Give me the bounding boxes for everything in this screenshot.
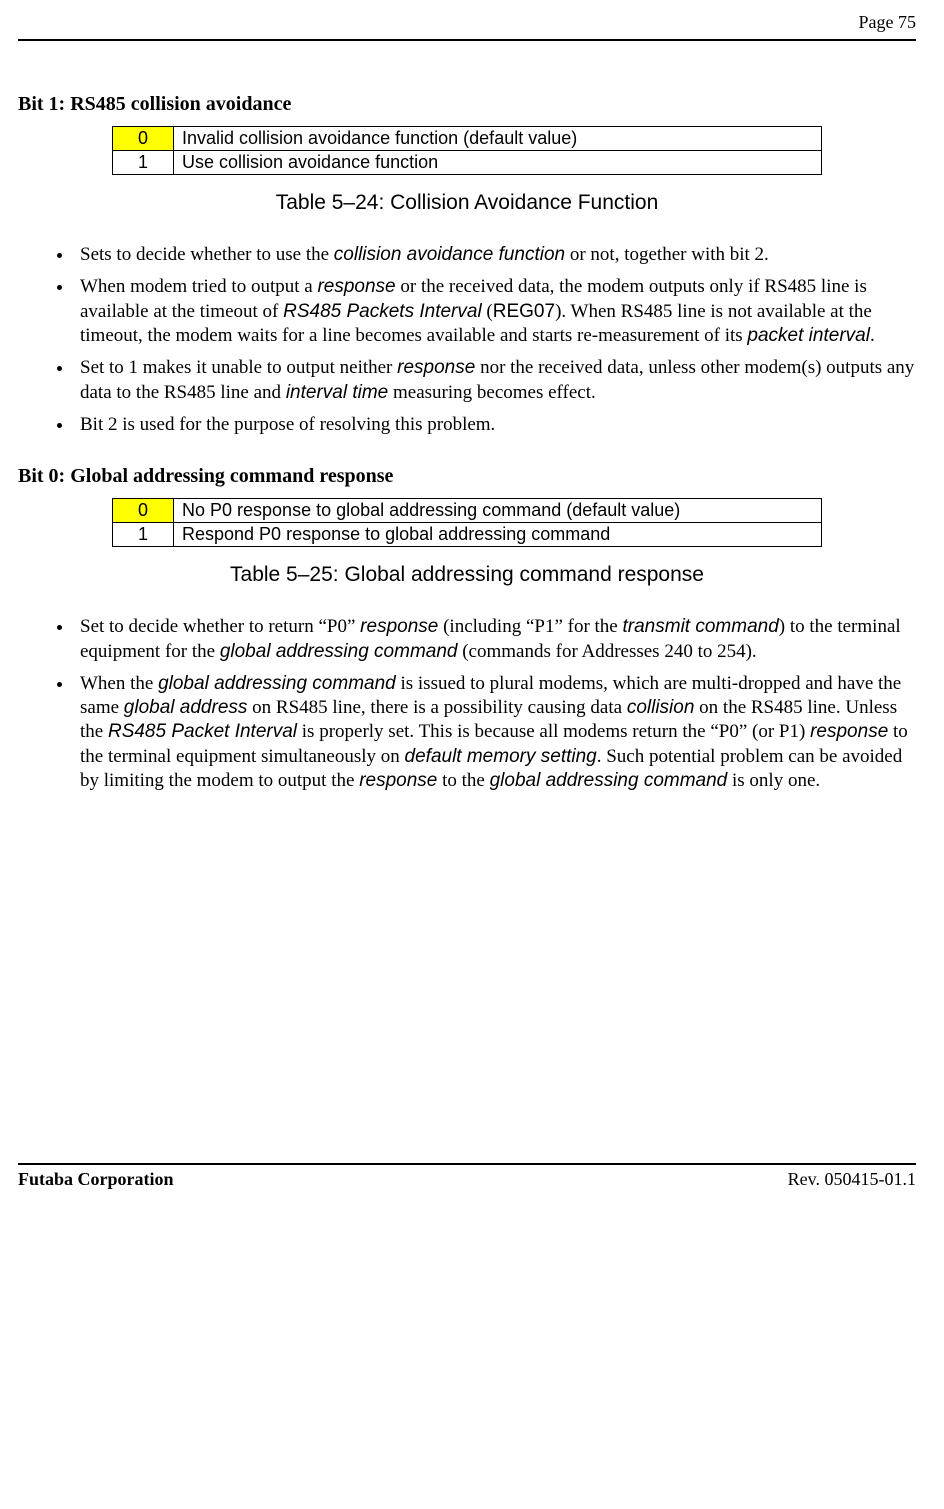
bit0-row1-desc: Respond P0 response to global addressing… (174, 523, 822, 547)
footer-right: Rev. 050415-01.1 (788, 1169, 916, 1190)
text: is properly set. This is because all mod… (297, 721, 810, 742)
text-ital: global addressing command (158, 673, 396, 694)
list-item: When modem tried to output a response or… (74, 275, 916, 348)
bit0-bullets: Set to decide whether to return “P0” res… (18, 615, 916, 793)
bit1-row0-val: 0 (113, 127, 174, 151)
text: . (870, 325, 875, 346)
bit0-caption: Table 5–25: Global addressing command re… (18, 563, 916, 587)
text-ital: collision avoidance function (334, 244, 565, 265)
list-item: Bit 2 is used for the purpose of resolvi… (74, 413, 916, 437)
bit1-row0-desc: Invalid collision avoidance function (de… (174, 127, 822, 151)
bit1-table: 0 Invalid collision avoidance function (… (112, 126, 822, 175)
list-item: Sets to decide whether to use the collis… (74, 243, 916, 267)
list-item: Set to decide whether to return “P0” res… (74, 615, 916, 664)
text-ital: global address (124, 697, 248, 718)
bit0-row0-val: 0 (113, 499, 174, 523)
text: When modem tried to output a (80, 276, 317, 297)
text-ital: response (397, 357, 475, 378)
bit0-table: 0 No P0 response to global addressing co… (112, 498, 822, 547)
bit1-caption: Table 5–24: Collision Avoidance Function (18, 191, 916, 215)
text-ital: response (359, 770, 437, 791)
bit0-heading: Bit 0: Global addressing command respons… (18, 465, 916, 488)
footer-left: Futaba Corporation (18, 1169, 174, 1190)
table-row: 1 Use collision avoidance function (113, 151, 822, 175)
bit1-row1-val: 1 (113, 151, 174, 175)
text-ital: global addressing command (220, 641, 458, 662)
page-number: Page 75 (18, 12, 916, 33)
bit1-bullets: Sets to decide whether to use the collis… (18, 243, 916, 437)
text: Bit 2 is used for the purpose of resolvi… (80, 414, 495, 435)
text-ital: RS485 Packet Interval (108, 721, 297, 742)
bit0-row1-val: 1 (113, 523, 174, 547)
text-ital: default memory setting (405, 746, 597, 767)
table-row: 0 Invalid collision avoidance function (… (113, 127, 822, 151)
text: Set to 1 makes it unable to output neith… (80, 357, 397, 378)
table-row: 0 No P0 response to global addressing co… (113, 499, 822, 523)
text-ital: transmit command (623, 616, 779, 637)
text-ital: collision (627, 697, 695, 718)
text: or not, together with bit 2. (565, 244, 769, 265)
footer: Futaba Corporation Rev. 050415-01.1 (18, 1163, 916, 1190)
text-ital: response (810, 721, 888, 742)
text-ital: packet interval (747, 325, 870, 346)
text-ital: global addressing command (490, 770, 728, 791)
list-item: When the global addressing command is is… (74, 672, 916, 794)
header-rule (18, 39, 916, 41)
text: When the (80, 673, 158, 694)
text-ital: response (360, 616, 438, 637)
bit1-heading: Bit 1: RS485 collision avoidance (18, 93, 916, 116)
table-row: 1 Respond P0 response to global addressi… (113, 523, 822, 547)
text: Sets to decide whether to use the (80, 244, 334, 265)
text-ital: interval time (286, 382, 388, 403)
text: Set to decide whether to return “P0” (80, 616, 360, 637)
list-item: Set to 1 makes it unable to output neith… (74, 356, 916, 405)
text: on RS485 line, there is a possibility ca… (247, 697, 626, 718)
text: (including “P1” for the (438, 616, 622, 637)
text: measuring becomes effect. (388, 382, 596, 403)
text: (commands for Addresses 240 to 254). (457, 641, 756, 662)
bit0-row0-desc: No P0 response to global addressing comm… (174, 499, 822, 523)
text: ( (482, 301, 493, 322)
bit1-row1-desc: Use collision avoidance function (174, 151, 822, 175)
text: to the (437, 770, 489, 791)
text: is only one. (727, 770, 820, 791)
text-sans: REG07 (493, 301, 555, 322)
text-ital: RS485 Packets Interval (283, 301, 482, 322)
text-ital: response (317, 276, 395, 297)
